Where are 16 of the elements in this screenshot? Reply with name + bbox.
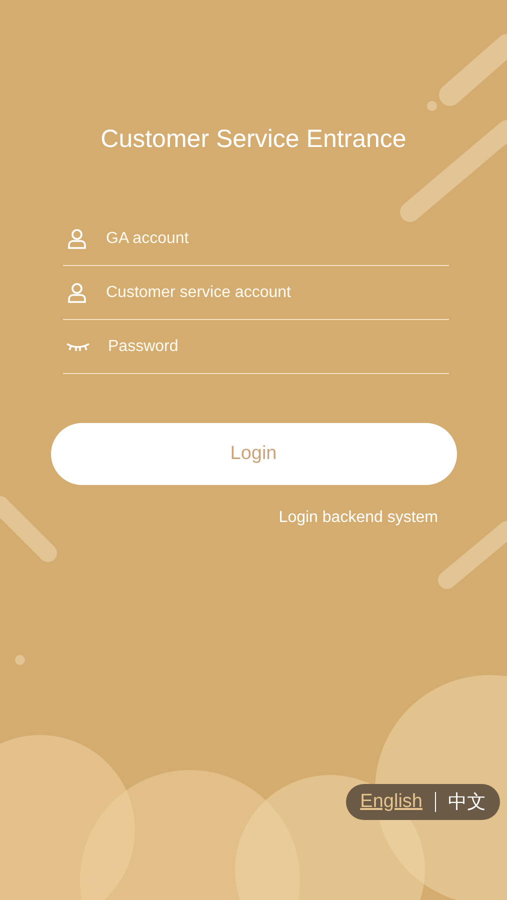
user-icon bbox=[66, 282, 88, 304]
decor-dot bbox=[15, 655, 25, 665]
decor-dot bbox=[427, 101, 437, 111]
page-title: Customer Service Entrance bbox=[100, 125, 406, 154]
closed-eye-icon bbox=[66, 342, 90, 352]
input-field[interactable]: Password bbox=[108, 338, 449, 356]
language-option[interactable]: English bbox=[360, 791, 422, 813]
diagonal-stripe bbox=[438, 521, 507, 589]
backend-link[interactable]: Login backend system bbox=[278, 509, 438, 527]
user-icon bbox=[66, 228, 88, 250]
diagonal-stripe bbox=[0, 496, 57, 562]
language-option[interactable]: 中文 bbox=[448, 789, 486, 815]
input-field[interactable]: Customer service account bbox=[106, 284, 449, 302]
login-button[interactable]: Login bbox=[50, 423, 456, 485]
input-field[interactable]: GA account bbox=[106, 230, 449, 248]
diagonal-stripe bbox=[439, 34, 507, 106]
